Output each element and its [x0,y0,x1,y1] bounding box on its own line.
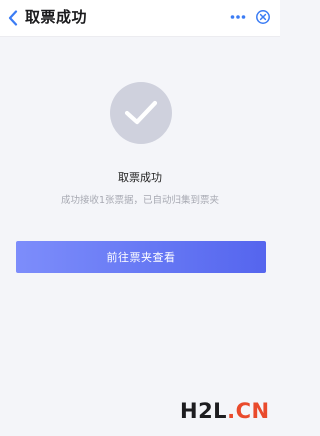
more-dots-icon [230,15,246,19]
more-button[interactable] [226,7,250,27]
checkmark-icon [124,100,158,125]
close-circle-icon [256,10,270,24]
watermark-text-right: CN [235,399,270,423]
watermark-dot: . [227,399,236,423]
close-button[interactable] [253,7,273,27]
result-title: 取票成功 [118,171,162,184]
watermark-text-left: H2L [180,399,228,423]
result-description: 成功接收1张票据，已自动归集到票夹 [60,195,220,206]
nav-header: 取票成功 [0,0,280,37]
back-button[interactable] [6,8,20,28]
view-ticket-folder-button[interactable]: 前往票夹查看 [16,241,266,273]
chevron-left-icon [8,10,18,26]
watermark-logo: H2L . CN [180,396,270,426]
success-badge [110,82,172,144]
page-title: 取票成功 [25,8,88,26]
